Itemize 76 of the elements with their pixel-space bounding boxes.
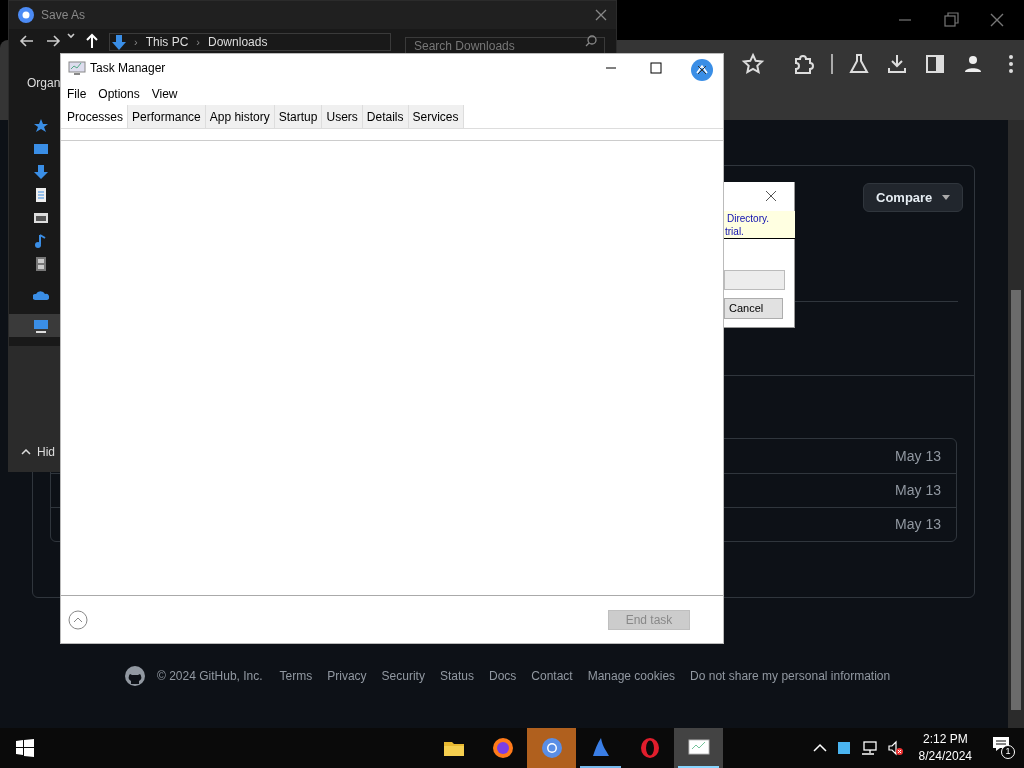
caret-icon[interactable] — [67, 33, 75, 39]
time-text: 2:12 PM — [922, 731, 968, 748]
download-icon[interactable] — [885, 52, 909, 76]
info-text: trial. — [725, 224, 745, 238]
close-icon[interactable] — [765, 190, 777, 202]
footer-link[interactable]: Privacy — [327, 667, 367, 685]
clock[interactable]: 2:12 PM 8/24/2024 — [918, 731, 972, 765]
menu-item[interactable]: Options — [98, 85, 140, 103]
chevron-text: › — [134, 35, 138, 49]
tab[interactable]: Startup — [274, 105, 323, 128]
collapse-up-icon[interactable] — [68, 609, 88, 630]
date-text: 8/24/2024 — [918, 748, 972, 765]
caret-icon — [942, 195, 951, 200]
address-bar[interactable]: › This PC › Downloads — [109, 33, 391, 51]
tab[interactable]: Services — [408, 105, 464, 128]
browser-globe-icon — [490, 736, 515, 760]
menu-item[interactable]: View — [151, 85, 178, 103]
tab[interactable]: Performance — [128, 105, 206, 128]
tab[interactable]: Details — [362, 105, 409, 128]
info-text: Directory. — [727, 211, 771, 225]
breadcrumb-item[interactable]: Downloads — [208, 35, 268, 49]
star-icon[interactable] — [741, 52, 765, 76]
breadcrumb-item[interactable]: This PC — [145, 35, 189, 49]
flask-icon[interactable] — [847, 52, 871, 76]
app-logo-icon — [17, 6, 35, 24]
monitor-icon — [68, 60, 86, 76]
start-windows-icon[interactable] — [16, 739, 34, 757]
notification-button[interactable]: 1 — [992, 736, 1016, 760]
search-icon — [585, 35, 597, 47]
github-logo-icon[interactable] — [124, 665, 146, 687]
footer-link[interactable]: Manage cookies — [587, 667, 676, 685]
download-arrow-icon — [112, 34, 126, 50]
back-arrow-icon[interactable] — [19, 33, 35, 49]
copyright-text: © 2024 GitHub, Inc. — [157, 668, 263, 685]
hide-folders-button[interactable]: Hid — [21, 443, 55, 461]
browser-circle-icon — [539, 736, 564, 760]
menu-item[interactable]: File — [67, 85, 87, 103]
footer-link[interactable]: Docs — [488, 667, 517, 685]
star-icon — [33, 117, 49, 134]
speaker-icon[interactable] — [886, 740, 903, 756]
date-text: May 13 — [895, 446, 941, 466]
square-app-icon[interactable] — [836, 741, 851, 755]
download-arrow-icon — [33, 163, 49, 180]
window-title: Task Manager — [90, 60, 166, 77]
maximize-icon[interactable] — [650, 62, 662, 74]
tab[interactable]: Users — [322, 105, 363, 128]
date-text: May 13 — [895, 481, 941, 500]
search-field[interactable]: Search Downloads — [405, 37, 605, 55]
scrollbar[interactable] — [1008, 120, 1024, 728]
date-text: May 13 — [895, 515, 941, 534]
window-title: Save As — [41, 7, 86, 24]
footer-link[interactable]: Contact — [531, 667, 573, 685]
compare-button[interactable]: Compare — [863, 183, 964, 212]
up-arrow-icon[interactable] — [85, 33, 99, 49]
chevron-up-icon[interactable] — [812, 743, 827, 753]
footer-link[interactable]: Security — [381, 667, 425, 685]
chevron-text: › — [196, 35, 201, 49]
footer-link[interactable]: Do not share my personal information — [690, 667, 891, 685]
cancel-button[interactable]: Cancel — [724, 298, 783, 319]
document-icon — [33, 186, 49, 203]
taskbar-app[interactable] — [674, 728, 723, 768]
organize-menu[interactable]: Organ — [27, 74, 61, 92]
caret-up-icon — [21, 449, 31, 455]
chat-icon — [992, 736, 1010, 752]
film-icon — [33, 255, 49, 272]
scrollbar-thumb[interactable] — [1011, 290, 1021, 710]
input-field[interactable] — [724, 270, 785, 290]
forward-arrow-icon[interactable] — [45, 33, 61, 49]
footer-link[interactable]: Terms — [279, 667, 313, 685]
tab[interactable]: App history — [205, 105, 275, 128]
close-icon[interactable] — [691, 59, 713, 81]
side-panel-icon[interactable] — [923, 52, 947, 76]
network-icon[interactable] — [860, 740, 877, 756]
monitor-icon — [33, 317, 49, 334]
footer-link[interactable]: Status — [439, 667, 474, 685]
notification-count: 1 — [1001, 745, 1015, 759]
